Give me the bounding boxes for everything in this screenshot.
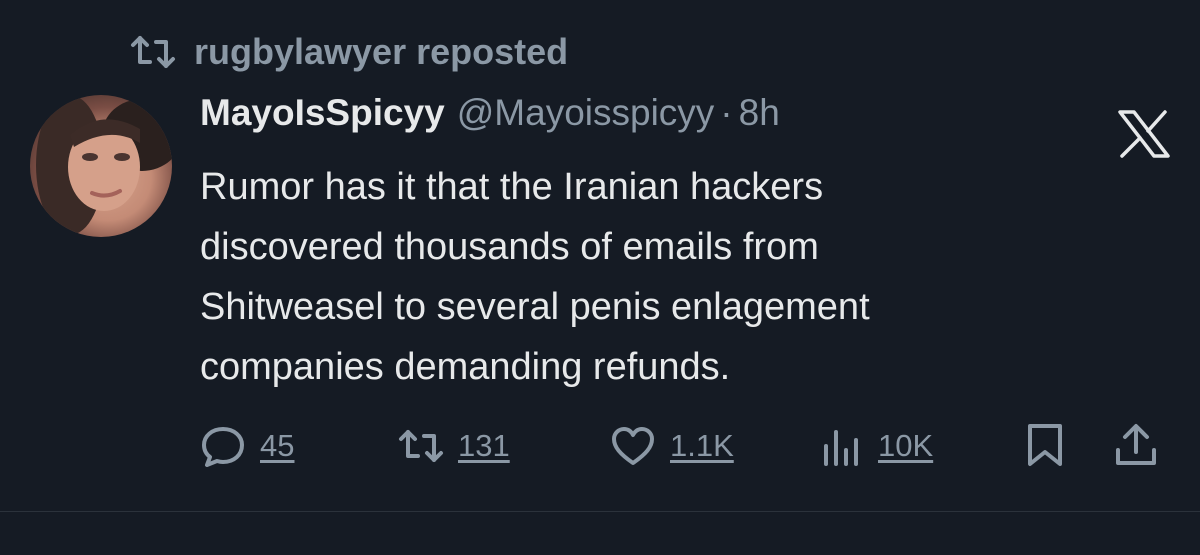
share-icon[interactable] — [1113, 422, 1159, 468]
action-bar: 45 131 1.1K 10K — [0, 420, 1200, 472]
repost-icon — [399, 430, 443, 462]
repost-button[interactable]: 131 — [398, 420, 510, 472]
heart-icon — [612, 427, 654, 465]
repost-indicator[interactable]: rugbylawyer reposted — [130, 28, 568, 76]
tweet-text-line: Rumor has it that the Iranian hackers — [200, 166, 824, 208]
tweet-header: MayoIsSpicyy @Mayoisspicyy · 8h — [200, 92, 780, 146]
repost-count: 131 — [458, 428, 510, 463]
tweet-text-line: Shitweasel to several penis enlagement — [200, 286, 870, 328]
x-logo-icon — [1118, 110, 1170, 158]
repost-text: rugbylawyer reposted — [194, 31, 569, 72]
view-count: 10K — [878, 428, 934, 463]
bookmark-icon[interactable] — [1022, 422, 1068, 468]
tweet-text-line: discovered thousands of emails from — [200, 226, 819, 268]
tweet-text-line: companies demanding refunds. — [200, 346, 731, 388]
reply-count: 45 — [260, 428, 295, 463]
separator-dot: · — [720, 92, 733, 133]
reply-icon — [202, 427, 244, 467]
like-button[interactable]: 1.1K — [610, 420, 734, 472]
avatar-photo — [36, 95, 172, 235]
views-button[interactable]: 10K — [818, 420, 933, 472]
display-name[interactable]: MayoIsSpicyy — [200, 92, 445, 134]
repost-icon — [131, 36, 175, 68]
avatar[interactable] — [30, 95, 172, 237]
tweet-text: Rumor has it that the Iranian hackers di… — [200, 157, 1100, 397]
reply-button[interactable]: 45 — [200, 420, 294, 472]
user-handle[interactable]: @Mayoisspicyy — [457, 92, 715, 134]
like-count: 1.1K — [670, 428, 734, 463]
divider — [0, 511, 1200, 512]
timestamp[interactable]: 8h — [739, 92, 780, 134]
views-chart-icon — [824, 430, 858, 466]
